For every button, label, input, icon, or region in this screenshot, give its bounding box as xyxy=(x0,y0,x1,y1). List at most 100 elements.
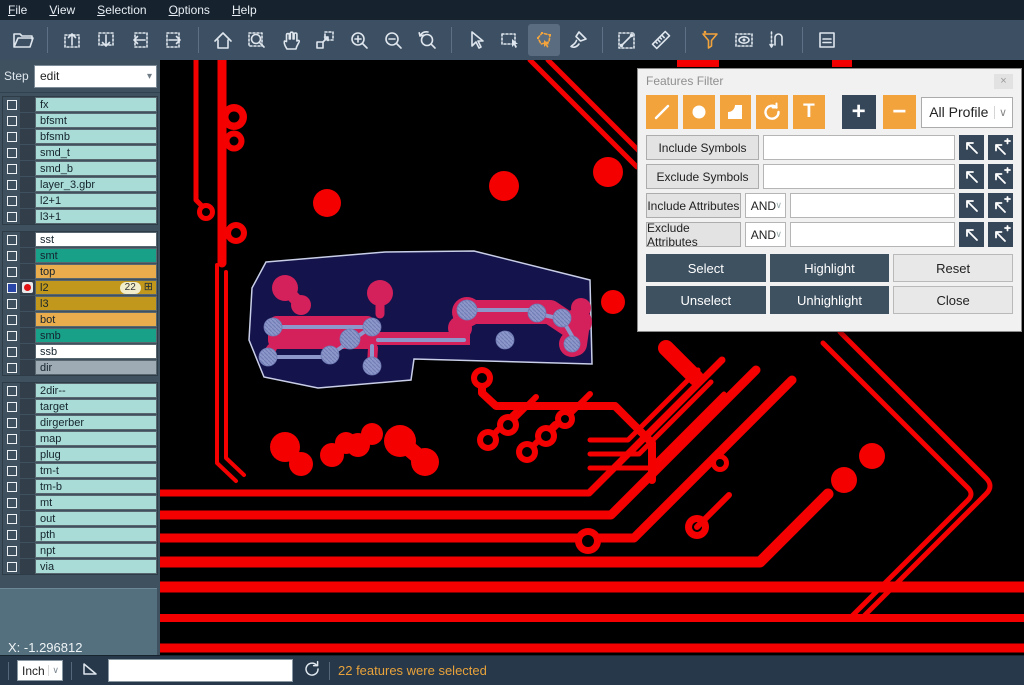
exclude-symbols-button[interactable]: Exclude Symbols xyxy=(646,164,759,189)
layer-visibility-checkbox[interactable] xyxy=(7,116,17,126)
layer-visibility-checkbox[interactable] xyxy=(7,212,17,222)
active-layer-indicator-cell[interactable] xyxy=(20,399,35,414)
layer-visibility-checkbox[interactable] xyxy=(7,347,17,357)
step-dropdown[interactable]: edit ▾ xyxy=(34,65,157,88)
active-layer-indicator-cell[interactable] xyxy=(20,177,35,192)
dialog-title-bar[interactable]: Features Filter × xyxy=(638,69,1021,93)
layer-visibility-checkbox[interactable] xyxy=(7,164,17,174)
layer-visibility-checkbox[interactable] xyxy=(7,498,17,508)
load-right-icon[interactable] xyxy=(158,24,190,56)
close-icon[interactable]: × xyxy=(994,74,1013,89)
text-feature-button[interactable]: T xyxy=(793,95,825,129)
active-layer-indicator-cell[interactable] xyxy=(20,113,35,128)
layer-label-bar[interactable]: layer_3.gbr xyxy=(35,177,157,192)
layer-row-sst[interactable]: sst xyxy=(3,232,157,247)
active-layer-indicator-cell[interactable] xyxy=(20,447,35,462)
layer-visibility-checkbox[interactable] xyxy=(7,363,17,373)
active-layer-indicator-cell[interactable] xyxy=(20,264,35,279)
layer-label-bar[interactable]: pth xyxy=(35,527,157,542)
layer-row-dir[interactable]: dir xyxy=(3,360,157,375)
layer-label-bar[interactable]: via xyxy=(35,559,157,574)
select-cursor-icon[interactable] xyxy=(460,24,492,56)
menu-selection[interactable]: Selection xyxy=(97,3,146,17)
layer-visibility-checkbox[interactable] xyxy=(7,546,17,556)
layer-visibility-checkbox[interactable] xyxy=(7,100,17,110)
pick-from-canvas-icon[interactable] xyxy=(959,193,984,218)
layer-row-plug[interactable]: plug xyxy=(3,447,157,462)
pad-feature-button[interactable] xyxy=(683,95,715,129)
layer-row-npt[interactable]: npt xyxy=(3,543,157,558)
reset-button[interactable]: Reset xyxy=(893,254,1013,282)
active-layer-indicator-cell[interactable] xyxy=(20,232,35,247)
include-symbols-button[interactable]: Include Symbols xyxy=(646,135,759,160)
pick-from-canvas-icon[interactable] xyxy=(959,164,984,189)
include-symbols-input[interactable] xyxy=(763,135,955,160)
polygon-select-icon[interactable] xyxy=(528,24,560,56)
active-layer-indicator-cell[interactable] xyxy=(20,296,35,311)
layer-label-bar[interactable]: 2dir-- xyxy=(35,383,157,398)
net-trace-icon[interactable] xyxy=(762,24,794,56)
command-input[interactable] xyxy=(108,659,293,682)
active-layer-indicator-cell[interactable] xyxy=(20,209,35,224)
exclude-attributes-button[interactable]: Exclude Attributes xyxy=(646,222,741,247)
active-layer-indicator-cell[interactable] xyxy=(20,280,35,295)
load-down-icon[interactable] xyxy=(90,24,122,56)
layer-row-mt[interactable]: mt xyxy=(3,495,157,510)
active-layer-indicator-cell[interactable] xyxy=(20,415,35,430)
layer-row-l3[interactable]: l3 xyxy=(3,296,157,311)
layer-label-bar[interactable]: l2+1 xyxy=(35,193,157,208)
layer-row-l2+1[interactable]: l2+1 xyxy=(3,193,157,208)
ruler-icon[interactable] xyxy=(645,24,677,56)
layer-row-layer_3.gbr[interactable]: layer_3.gbr xyxy=(3,177,157,192)
active-layer-indicator-cell[interactable] xyxy=(20,360,35,375)
zoom-previous-icon[interactable] xyxy=(411,24,443,56)
layer-visibility-checkbox[interactable] xyxy=(7,434,17,444)
layer-visibility-checkbox[interactable] xyxy=(7,148,17,158)
layer-visibility-checkbox[interactable] xyxy=(7,402,17,412)
layer-label-bar[interactable]: bfsmt xyxy=(35,113,157,128)
layer-visibility-checkbox[interactable] xyxy=(7,267,17,277)
pick-add-from-canvas-icon[interactable] xyxy=(988,222,1013,247)
layer-label-bar[interactable]: tm-t xyxy=(35,463,157,478)
include-attributes-input[interactable] xyxy=(790,193,955,218)
layer-label-bar[interactable]: out xyxy=(35,511,157,526)
arc-feature-button[interactable] xyxy=(756,95,788,129)
active-layer-indicator-cell[interactable] xyxy=(20,559,35,574)
layer-visibility-checkbox[interactable] xyxy=(7,418,17,428)
menu-view[interactable]: View xyxy=(49,3,75,17)
active-layer-indicator-cell[interactable] xyxy=(20,328,35,343)
layer-label-bar[interactable]: fx xyxy=(35,97,157,112)
line-feature-button[interactable] xyxy=(646,95,678,129)
remove-filter-button[interactable]: − xyxy=(883,95,917,129)
layer-label-bar[interactable]: target xyxy=(35,399,157,414)
features-filter-icon[interactable] xyxy=(694,24,726,56)
layer-label-bar[interactable]: map xyxy=(35,431,157,446)
layer-visibility-checkbox[interactable] xyxy=(7,315,17,325)
zoom-out-icon[interactable] xyxy=(377,24,409,56)
active-layer-indicator-cell[interactable] xyxy=(20,495,35,510)
layer-visibility-checkbox[interactable] xyxy=(7,299,17,309)
layer-row-map[interactable]: map xyxy=(3,431,157,446)
include-attributes-operator-dropdown[interactable]: AND ∨ xyxy=(745,193,786,218)
pick-add-from-canvas-icon[interactable] xyxy=(988,164,1013,189)
active-layer-indicator-cell[interactable] xyxy=(20,145,35,160)
units-dropdown[interactable]: Inch ∨ xyxy=(17,660,63,681)
layers-panel-icon[interactable] xyxy=(811,24,843,56)
active-layer-indicator-cell[interactable] xyxy=(20,463,35,478)
active-layer-indicator-cell[interactable] xyxy=(20,543,35,558)
layer-row-bot[interactable]: bot xyxy=(3,312,157,327)
unhighlight-button[interactable]: Unhighlight xyxy=(770,286,890,314)
open-folder-icon[interactable] xyxy=(7,24,39,56)
layer-visibility-checkbox[interactable] xyxy=(7,180,17,190)
layer-visibility-checkbox[interactable] xyxy=(7,450,17,460)
layer-label-bar[interactable]: bot xyxy=(35,312,157,327)
pan-hand-icon[interactable] xyxy=(275,24,307,56)
layer-visibility-checkbox[interactable] xyxy=(7,466,17,476)
active-layer-indicator-cell[interactable] xyxy=(20,97,35,112)
zoom-in-icon[interactable] xyxy=(343,24,375,56)
layer-row-fx[interactable]: fx xyxy=(3,97,157,112)
zoom-window-icon[interactable] xyxy=(241,24,273,56)
layer-row-l2[interactable]: l222⊞ xyxy=(3,280,157,295)
layer-label-bar[interactable]: l222⊞ xyxy=(35,280,157,295)
active-layer-indicator-cell[interactable] xyxy=(20,344,35,359)
